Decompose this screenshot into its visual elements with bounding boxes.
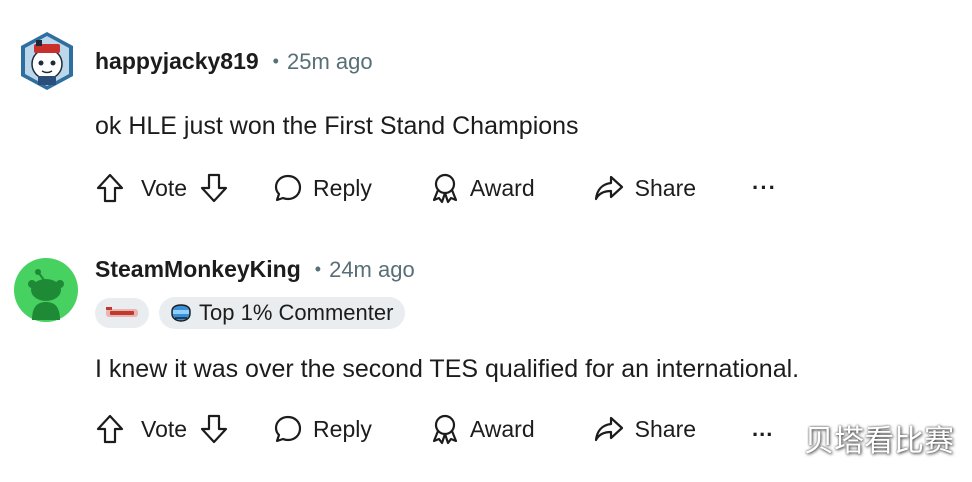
- comment: happyjacky819 • 25m ago ok HLE just won …: [0, 0, 972, 240]
- award-label: Award: [469, 174, 535, 201]
- reply-label: Reply: [313, 415, 372, 442]
- comment-meta: happyjacky819 • 25m ago: [95, 48, 373, 75]
- comment-thread: happyjacky819 • 25m ago ok HLE just won …: [0, 0, 972, 482]
- more-options-button[interactable]: ···: [752, 175, 777, 201]
- timestamp[interactable]: 25m ago: [287, 49, 373, 75]
- vote-label: Vote: [141, 174, 188, 201]
- more-options-button[interactable]: ...: [752, 416, 773, 442]
- award-button[interactable]: Award: [430, 413, 535, 445]
- reply-label: Reply: [313, 174, 372, 201]
- user-avatar[interactable]: [16, 30, 78, 92]
- snoo-avatar-icon: [21, 32, 73, 90]
- upvote-icon[interactable]: [93, 171, 127, 205]
- meta-separator: •: [272, 51, 279, 71]
- top-commenter-icon: [171, 304, 191, 322]
- meta-separator: •: [314, 259, 322, 279]
- share-arrow-icon: [594, 416, 623, 442]
- vote-label: Vote: [141, 415, 188, 442]
- award-icon: [432, 173, 457, 204]
- comment-body: I knew it was over the second TES qualif…: [95, 355, 800, 383]
- share-arrow-icon: [594, 175, 623, 201]
- team-flair-icon: [106, 307, 138, 317]
- share-label: Share: [634, 415, 697, 442]
- user-avatar[interactable]: [14, 258, 78, 322]
- reply-button[interactable]: Reply: [273, 173, 372, 203]
- username-link[interactable]: SteamMonkeyKing: [95, 256, 301, 283]
- downvote-icon[interactable]: [197, 171, 231, 205]
- share-button[interactable]: Share: [593, 173, 696, 203]
- watermark: 贝塔看比赛: [804, 424, 954, 459]
- user-badges: Top 1% Commenter: [95, 297, 406, 329]
- share-button[interactable]: Share: [593, 414, 696, 444]
- comment-action-bar: Vote Reply Award Share ···: [93, 168, 777, 208]
- downvote-icon[interactable]: [197, 412, 231, 446]
- award-icon: [432, 414, 457, 445]
- top-commenter-badge[interactable]: Top 1% Commenter: [159, 297, 406, 329]
- upvote-icon[interactable]: [93, 412, 127, 446]
- comment-meta: SteamMonkeyKing • 24m ago: [95, 256, 415, 283]
- comment-bubble-icon: [274, 415, 302, 443]
- award-button[interactable]: Award: [430, 172, 535, 204]
- vote-group: Vote: [93, 412, 231, 446]
- default-snoo-avatar-icon: [14, 258, 78, 322]
- award-label: Award: [469, 415, 535, 442]
- comment-bubble-icon: [274, 174, 302, 202]
- top-commenter-label: Top 1% Commenter: [199, 300, 394, 325]
- timestamp[interactable]: 24m ago: [329, 257, 415, 283]
- comment-action-bar: Vote Reply Award Share ...: [93, 409, 773, 449]
- share-label: Share: [634, 174, 697, 201]
- comment-body: ok HLE just won the First Stand Champion…: [95, 112, 579, 140]
- reply-button[interactable]: Reply: [273, 414, 372, 444]
- vote-group: Vote: [93, 171, 231, 205]
- user-flair[interactable]: [95, 298, 149, 328]
- username-link[interactable]: happyjacky819: [95, 48, 259, 75]
